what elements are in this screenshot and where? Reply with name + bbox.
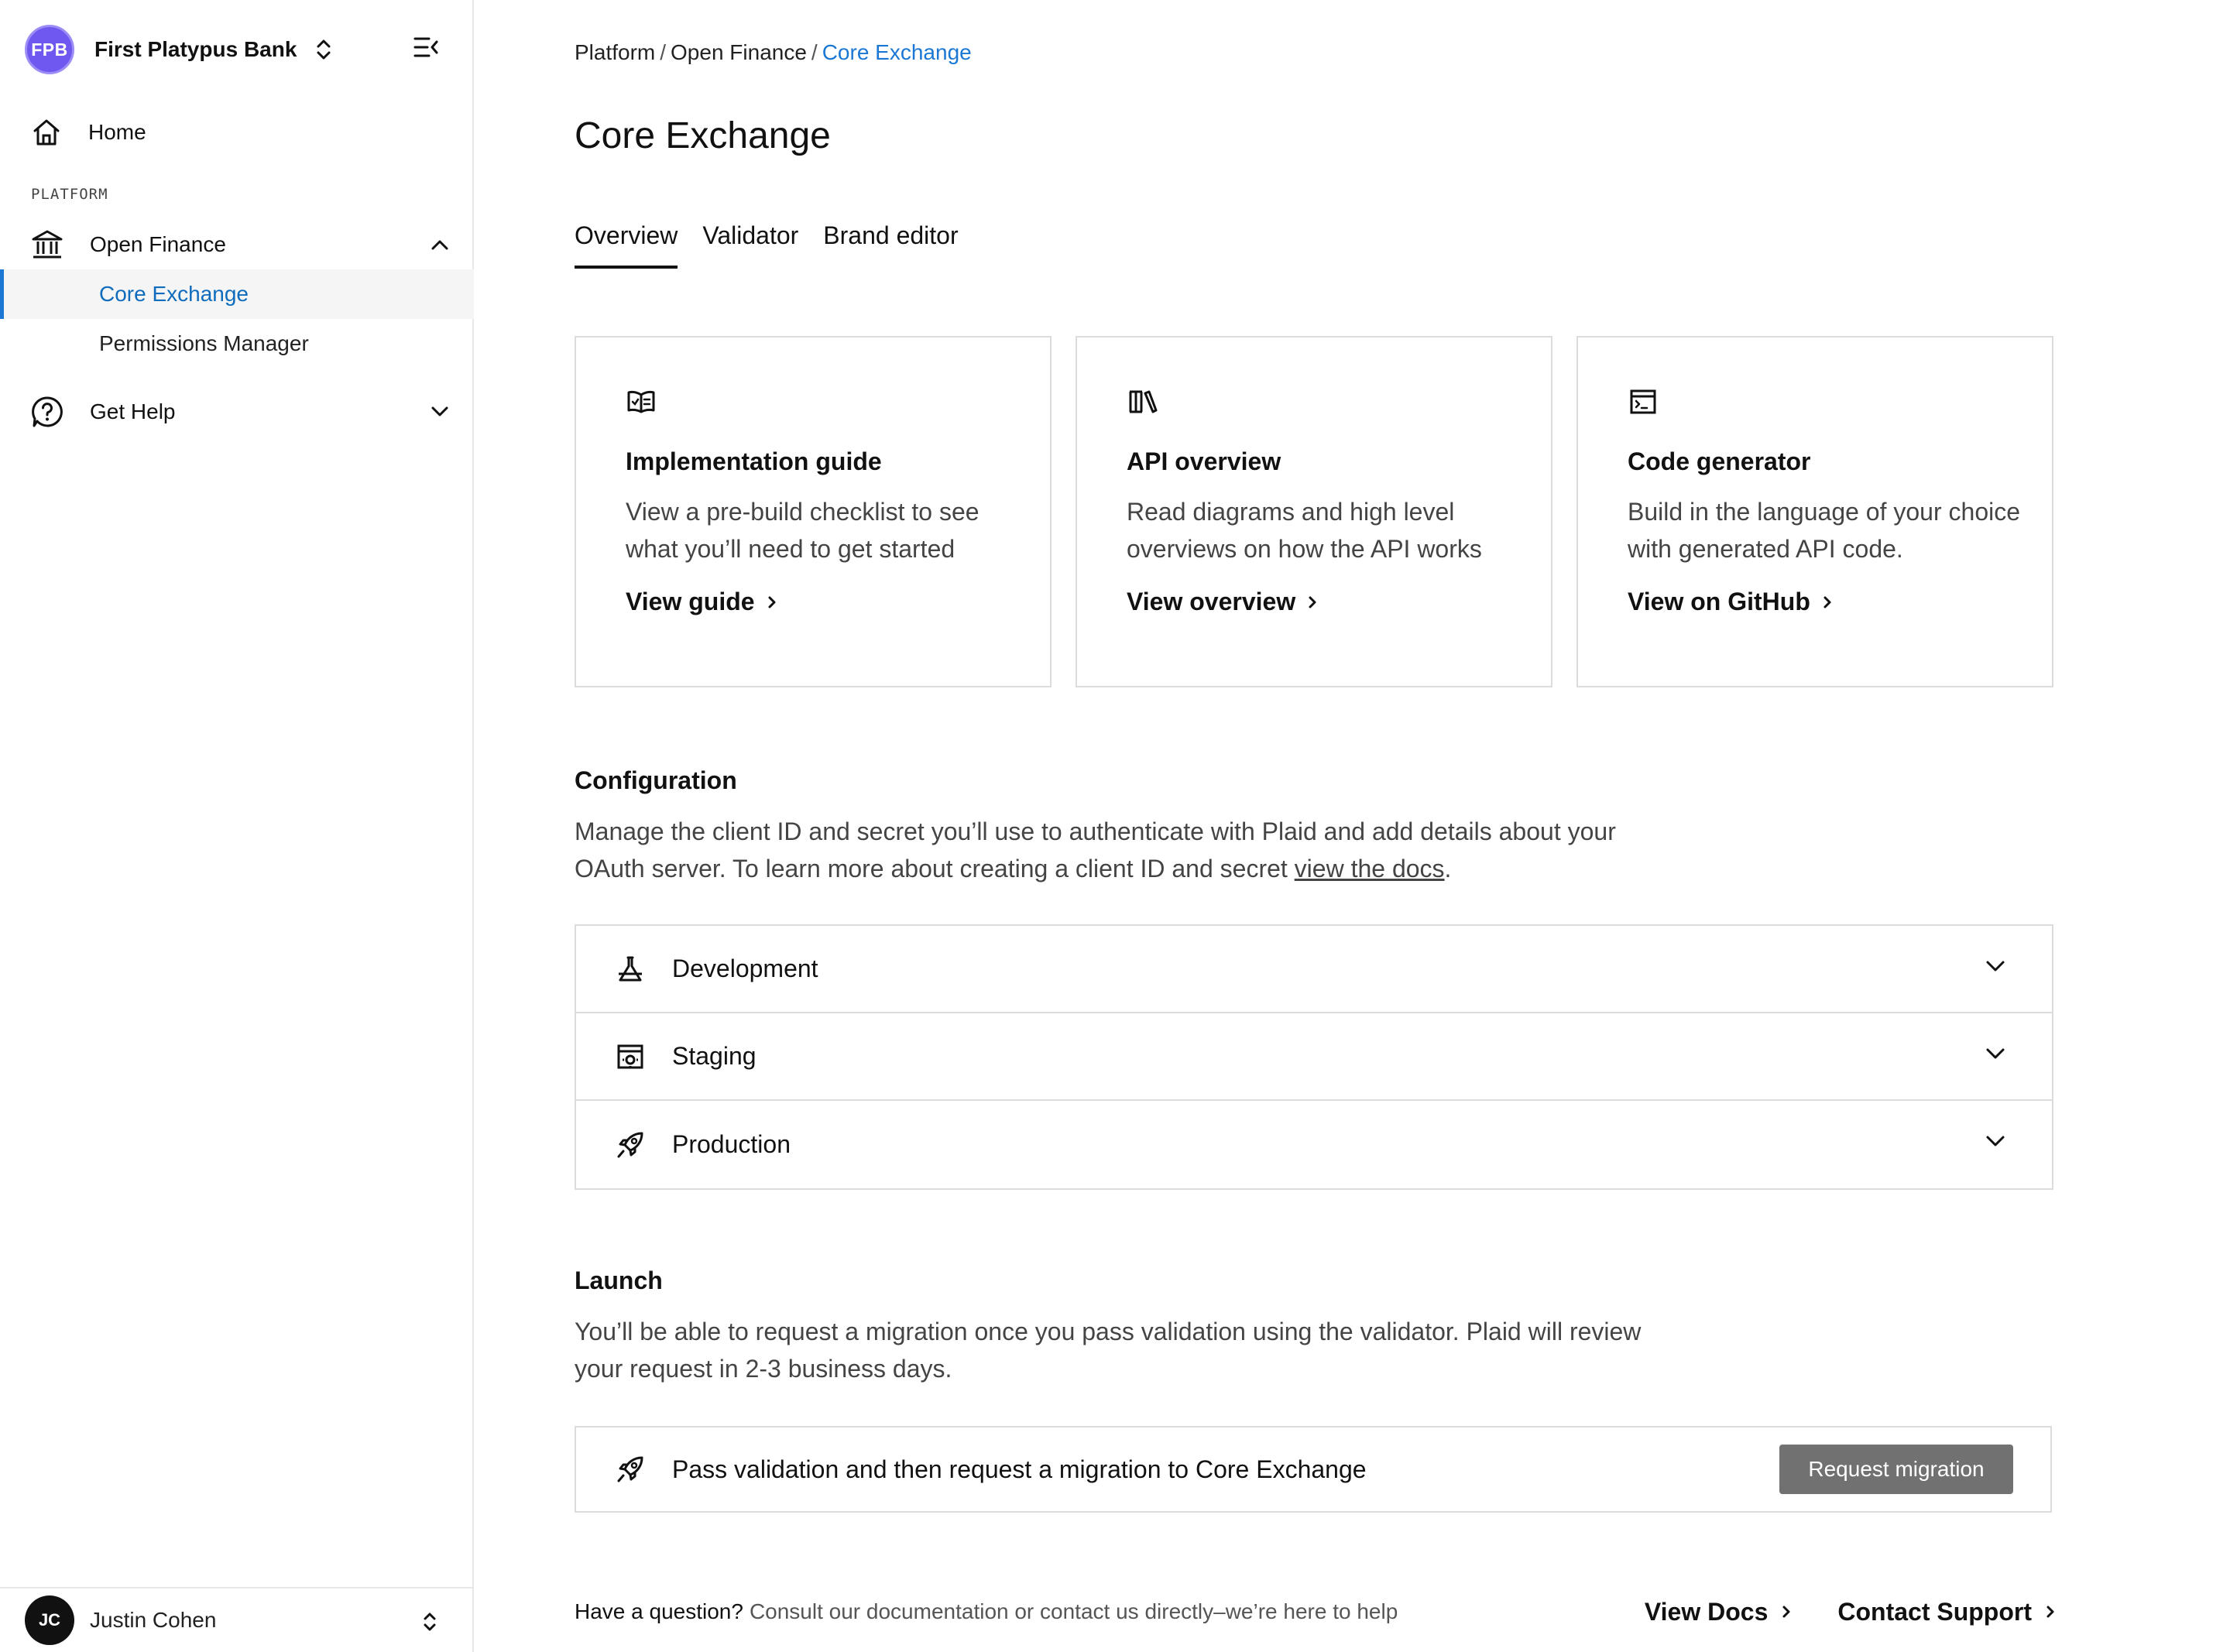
card-link-label: View overview [1127, 588, 1296, 615]
view-guide-link[interactable]: View guide [626, 588, 1050, 616]
breadcrumb-separator: / [811, 40, 818, 64]
footer-links: View Docs Contact Support [1598, 1598, 2055, 1626]
environment-accordion: Development Staging Production [575, 924, 2053, 1190]
user-name: Justin Cohen [90, 1608, 217, 1632]
card-description: View a pre-build checklist to see what y… [626, 498, 979, 563]
configuration-text-end: . [1444, 855, 1452, 883]
main-content: Platform / Open Finance / Core Exchange Core… [474, 0, 2230, 1652]
chevron-down-icon [1985, 1047, 2005, 1060]
home-icon [31, 117, 62, 148]
chevron-down-icon [1985, 1135, 2005, 1147]
tab-brand-editor[interactable]: Brand editor [823, 221, 958, 269]
configuration-text: Manage the client ID and secret you’ll u… [575, 817, 1616, 883]
view-the-docs-link[interactable]: view the docs [1295, 855, 1445, 883]
footer-link-label: Contact Support [1837, 1597, 2032, 1626]
card-code-generator: Code generator Build in the language of … [1576, 336, 2053, 687]
card-description: Build in the language of your choice wit… [1628, 498, 2021, 563]
section-label-platform: PLATFORM [31, 186, 108, 203]
chevron-right-icon [1295, 595, 1317, 609]
accordion-label: Production [672, 1130, 791, 1158]
nav-home[interactable]: Home [31, 112, 449, 153]
card-title: Code generator [1628, 447, 1811, 475]
chevron-up-icon [431, 238, 449, 251]
tab-validator[interactable]: Validator [702, 221, 798, 269]
user-menu[interactable]: JC Justin Cohen [0, 1587, 472, 1652]
sidebar-item-permissions-manager[interactable]: Permissions Manager [0, 319, 474, 368]
tab-bar: Overview Validator Brand editor [575, 221, 983, 269]
library-icon [1127, 389, 1551, 415]
nav-get-help[interactable]: Get Help [31, 392, 449, 432]
card-link-label: View guide [626, 588, 755, 615]
rocket-icon [616, 1455, 644, 1483]
configuration-description: Manage the client ID and secret you’ll u… [575, 813, 1674, 887]
view-docs-link[interactable]: View Docs [1645, 1598, 1791, 1626]
breadcrumb-separator: / [660, 40, 667, 64]
terminal-window-icon [1628, 389, 2052, 415]
page-title: Core Exchange [575, 115, 831, 156]
card-link-label: View on GitHub [1628, 588, 1810, 615]
chevron-down-icon [431, 406, 449, 418]
help-footer: Have a question? Consult our documentati… [575, 1595, 2055, 1629]
request-migration-button[interactable]: Request migration [1779, 1445, 2013, 1494]
nav-home-label: Home [88, 120, 146, 144]
accordion-development[interactable]: Development [576, 926, 2052, 1013]
contact-support-link[interactable]: Contact Support [1837, 1598, 2055, 1626]
card-title: API overview [1127, 447, 1281, 475]
breadcrumb-item-platform[interactable]: Platform [575, 40, 655, 64]
nav-open-finance-label: Open Finance [90, 232, 226, 256]
accordion-label: Staging [672, 1042, 756, 1070]
migration-request-text: Pass validation and then request a migra… [672, 1455, 1367, 1483]
chevron-up-down-icon [315, 36, 332, 63]
chevron-right-icon [755, 595, 777, 609]
help-bubble-icon [31, 396, 63, 428]
sidebar-item-core-exchange[interactable]: Core Exchange [0, 269, 474, 319]
collapse-sidebar-icon[interactable] [413, 36, 438, 59]
resource-cards: Implementation guide View a pre-build ch… [575, 336, 2053, 687]
bank-icon [31, 229, 63, 260]
card-api-overview: API overview Read diagrams and high leve… [1076, 336, 1552, 687]
breadcrumb: Platform / Open Finance / Core Exchange [575, 40, 972, 65]
chevron-up-down-icon [421, 1610, 438, 1633]
rocket-icon [616, 1131, 644, 1159]
view-on-github-link[interactable]: View on GitHub [1628, 588, 2052, 616]
avatar: JC [25, 1595, 74, 1645]
flask-icon [616, 955, 644, 983]
card-description: Read diagrams and high level overviews o… [1127, 498, 1482, 563]
accordion-production[interactable]: Production [576, 1101, 2052, 1188]
org-name: First Platypus Bank [94, 37, 297, 61]
footer-question: Have a question? [575, 1599, 743, 1623]
sidebar: FPB First Platypus Bank Home PLATFORM Op… [0, 0, 474, 1652]
nav-get-help-label: Get Help [90, 399, 176, 423]
chevron-right-icon [1768, 1605, 1791, 1619]
breadcrumb-item-open-finance[interactable]: Open Finance [671, 40, 807, 64]
accordion-staging[interactable]: Staging [576, 1013, 2052, 1101]
view-overview-link[interactable]: View overview [1127, 588, 1551, 616]
nav-open-finance[interactable]: Open Finance [31, 224, 449, 265]
org-switcher[interactable]: FPB First Platypus Bank [25, 25, 332, 74]
launch-heading: Launch [575, 1266, 663, 1294]
breadcrumb-item-current: Core Exchange [822, 40, 972, 64]
card-title: Implementation guide [626, 447, 882, 475]
footer-subtext: Consult our documentation or contact us … [749, 1599, 1398, 1623]
chevron-right-icon [1810, 595, 1832, 609]
chevron-right-icon [2032, 1605, 2055, 1619]
card-implementation-guide: Implementation guide View a pre-build ch… [575, 336, 1052, 687]
tab-overview[interactable]: Overview [575, 221, 678, 269]
accordion-label: Development [672, 955, 818, 982]
footer-link-label: View Docs [1644, 1597, 1769, 1626]
configuration-heading: Configuration [575, 766, 737, 794]
staging-icon [616, 1043, 644, 1071]
migration-request-panel: Pass validation and then request a migra… [575, 1426, 2052, 1513]
launch-description: You’ll be able to request a migration on… [575, 1318, 1642, 1383]
org-logo: FPB [25, 25, 74, 74]
chevron-down-icon [1985, 960, 2005, 972]
book-open-icon [626, 389, 1050, 415]
